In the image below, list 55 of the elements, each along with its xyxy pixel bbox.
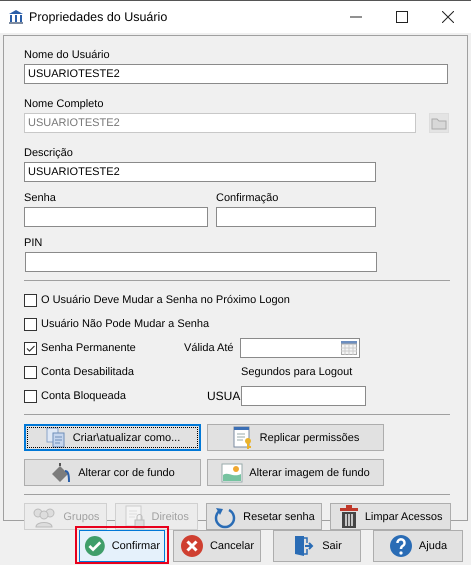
help-icon [388, 534, 413, 558]
checkbox[interactable] [24, 294, 37, 306]
action-button: Direitos [114, 503, 198, 530]
field-label: Confirmação [216, 191, 280, 205]
input-field[interactable]: USUARIOTESTE2 [24, 162, 376, 182]
action-button[interactable]: Limpar Acessos [330, 503, 451, 530]
close-icon [442, 11, 454, 23]
action-button[interactable]: Alterar cor de fundo [24, 459, 201, 486]
input-field[interactable] [24, 207, 208, 227]
paint-bucket-icon [50, 462, 72, 484]
checkbox[interactable] [24, 390, 37, 402]
action-button[interactable]: Criar\atualizar como... [24, 424, 201, 451]
checkbox-label: Conta Bloqueada [41, 390, 126, 402]
input-field[interactable] [25, 252, 377, 272]
document-lock-icon [124, 504, 146, 528]
checkbox-label: Conta Desabilitada [41, 366, 134, 378]
calendar-icon [341, 341, 357, 355]
check-mark-icon [25, 342, 36, 354]
input-field[interactable]: USUARIOTESTE2 [24, 64, 448, 84]
app-icon [8, 9, 24, 25]
check-icon [84, 534, 106, 558]
folder-icon [431, 116, 447, 130]
documents-icon [44, 426, 67, 448]
input-field[interactable] [216, 207, 376, 227]
footer-button[interactable]: Cancelar [173, 530, 261, 562]
field-label: Descrição [24, 146, 74, 160]
checkbox[interactable] [24, 318, 37, 330]
field-label: Segundos para Logout [241, 366, 352, 378]
field-label: Nome Completo [24, 97, 104, 111]
checkbox-label: Usuário Não Pode Mudar a Senha [41, 318, 210, 330]
footer-button[interactable]: Ajuda [373, 530, 463, 562]
action-button[interactable]: Replicar permissões [207, 424, 384, 451]
field-label: Válida Até [184, 342, 235, 354]
field-label: Nome do Usuário [24, 48, 111, 62]
image-icon [221, 462, 244, 484]
partial-text: USUA [207, 389, 240, 403]
date-field[interactable] [240, 338, 360, 358]
checkbox[interactable] [24, 366, 37, 378]
field-label: PIN [24, 236, 44, 250]
input-field[interactable] [241, 386, 366, 406]
users-icon [31, 506, 58, 528]
checkbox-label: Senha Permanente [41, 342, 136, 354]
window-title: Propriedades do Usuário [29, 10, 168, 24]
field-label: Senha [24, 191, 57, 205]
action-button[interactable]: Alterar imagem de fundo [207, 459, 384, 486]
checkbox[interactable] [24, 342, 37, 354]
footer-button[interactable]: Sair [273, 530, 361, 562]
checkbox-label: O Usuário Deve Mudar a Senha no Próximo Logon [41, 294, 290, 306]
maximize-icon [396, 11, 408, 23]
action-button[interactable]: Resetar senha [206, 503, 322, 530]
trash-icon [338, 504, 359, 528]
action-button: Grupos [24, 503, 107, 530]
cross-icon [180, 534, 204, 558]
document-key-icon [232, 426, 254, 450]
footer-button[interactable]: Confirmar [79, 530, 165, 562]
